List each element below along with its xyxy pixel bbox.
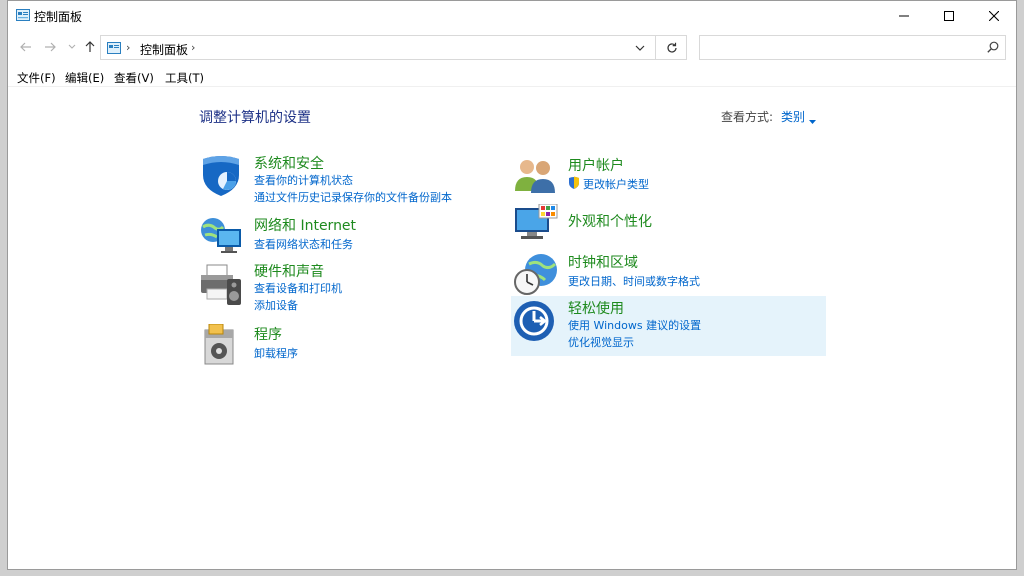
category-system-security: 系统和安全 查看你的计算机状态 通过文件历史记录保存你的文件备份副本 (199, 153, 499, 205)
users-icon[interactable] (513, 155, 559, 201)
arrow-left-icon (20, 42, 31, 52)
control-panel-window: 控制面板 › 控制面板 › 文件(F) 编辑(E) 查看(V) 工具(T) 调整… (7, 0, 1017, 570)
refresh-button[interactable] (655, 36, 687, 59)
category-hardware-sound: 硬件和声音 查看设备和打印机 添加设备 (199, 261, 499, 313)
minimize-button[interactable] (881, 1, 926, 31)
category-title[interactable]: 轻松使用 (568, 298, 624, 318)
chevron-down-icon (68, 44, 76, 49)
category-title[interactable]: 外观和个性化 (568, 211, 652, 231)
printer-speaker-icon[interactable] (199, 261, 245, 307)
forward-button[interactable] (41, 37, 59, 57)
clock-globe-icon[interactable] (513, 252, 559, 298)
category-title[interactable]: 系统和安全 (254, 153, 324, 173)
category-title[interactable]: 硬件和声音 (254, 261, 324, 281)
recent-locations-button[interactable] (63, 37, 81, 57)
search-box[interactable] (699, 35, 1006, 60)
view-by-dropdown[interactable]: 类别 (781, 108, 805, 125)
refresh-icon (666, 42, 677, 53)
breadcrumb-separator-icon[interactable]: › (126, 41, 130, 54)
menu-tools[interactable]: 工具(T) (165, 70, 204, 86)
network-globe-icon[interactable] (199, 215, 245, 261)
category-programs: 程序 卸载程序 (199, 323, 499, 365)
menu-bar: 文件(F) 编辑(E) 查看(V) 工具(T) (8, 67, 1016, 87)
minimize-icon (898, 15, 909, 17)
category-link[interactable]: 优化视觉显示 (568, 334, 634, 350)
control-panel-icon (107, 42, 121, 57)
programs-icon[interactable] (199, 323, 245, 370)
category-appearance: 外观和个性化 (513, 203, 813, 244)
address-bar[interactable]: › 控制面板 › (100, 35, 687, 60)
maximize-button[interactable] (926, 1, 971, 31)
view-by-label: 查看方式: (721, 110, 774, 124)
category-link[interactable]: 查看网络状态和任务 (254, 236, 353, 252)
breadcrumb-separator-icon[interactable]: › (191, 41, 195, 54)
control-panel-icon (16, 9, 30, 24)
chevron-down-icon (635, 45, 645, 51)
menu-view[interactable]: 查看(V) (114, 70, 154, 86)
category-title[interactable]: 程序 (254, 324, 282, 344)
menu-edit[interactable]: 编辑(E) (65, 70, 104, 86)
category-link[interactable]: 通过文件历史记录保存你的文件备份副本 (254, 189, 452, 205)
navigation-bar: › 控制面板 › (8, 33, 1016, 61)
arrow-up-icon (85, 41, 95, 52)
category-link[interactable]: 卸载程序 (254, 345, 298, 361)
category-link[interactable]: 更改帐户类型 (583, 176, 649, 192)
category-clock-region: 时钟和区域 更改日期、时间或数字格式 (513, 252, 813, 298)
caret-down-icon[interactable] (809, 113, 816, 127)
page-title: 调整计算机的设置 (199, 110, 311, 126)
category-network-internet: 网络和 Internet 查看网络状态和任务 (199, 215, 499, 255)
address-dropdown-button[interactable] (629, 40, 651, 56)
category-user-accounts: 用户帐户 更改帐户类型 (513, 155, 813, 195)
close-button[interactable] (971, 1, 1016, 31)
category-ease-of-access: 轻松使用 使用 Windows 建议的设置 优化视觉显示 (513, 298, 813, 350)
category-link[interactable]: 更改日期、时间或数字格式 (568, 273, 700, 289)
up-button[interactable] (81, 37, 99, 57)
ease-of-access-icon[interactable] (513, 300, 559, 346)
category-link[interactable]: 使用 Windows 建议的设置 (568, 317, 701, 333)
monitor-palette-icon[interactable] (513, 203, 559, 250)
category-link[interactable]: 查看你的计算机状态 (254, 172, 353, 188)
category-title[interactable]: 网络和 Internet (254, 215, 356, 235)
back-button[interactable] (17, 37, 35, 57)
title-bar: 控制面板 (8, 1, 1016, 31)
category-link[interactable]: 查看设备和打印机 (254, 280, 342, 296)
shield-icon[interactable] (199, 153, 245, 199)
arrow-right-icon (45, 42, 56, 52)
maximize-icon (943, 11, 954, 21)
breadcrumb-control-panel[interactable]: 控制面板 (140, 41, 188, 58)
category-title[interactable]: 用户帐户 (568, 155, 624, 175)
uac-shield-icon (568, 176, 580, 192)
category-title[interactable]: 时钟和区域 (568, 252, 638, 272)
search-icon[interactable] (987, 41, 999, 56)
close-icon (988, 11, 999, 21)
menu-file[interactable]: 文件(F) (17, 70, 56, 86)
search-input[interactable] (704, 38, 974, 57)
category-link[interactable]: 添加设备 (254, 297, 298, 313)
window-title: 控制面板 (34, 10, 83, 24)
